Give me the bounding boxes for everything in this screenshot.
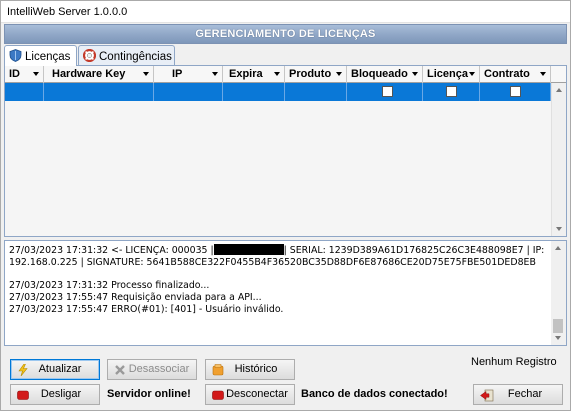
column-label: Hardware Key <box>52 68 126 80</box>
tab-licencas[interactable]: Licenças <box>4 45 77 66</box>
servidor-status: Servidor online! <box>107 388 191 400</box>
close-icon <box>114 364 126 375</box>
column-header-contrato[interactable]: Contrato <box>480 66 551 83</box>
tab-contingencias-label: Contingências <box>99 51 172 63</box>
log-line: 27/03/2023 17:55:47 Requisição enviada p… <box>9 291 262 303</box>
desassociar-button[interactable]: Desassociar <box>107 359 197 380</box>
chevron-down-icon <box>274 72 280 76</box>
cell-expira[interactable] <box>223 83 285 101</box>
lightning-icon <box>17 363 29 377</box>
exit-icon <box>480 389 494 402</box>
stop-icon <box>17 389 29 400</box>
history-icon <box>212 364 224 376</box>
chevron-down-icon <box>143 72 149 76</box>
log-line: 27/03/2023 17:55:47 ERRO(#01): [401] - U… <box>9 303 284 315</box>
table-row[interactable] <box>5 83 551 101</box>
lifebuoy-icon <box>82 48 97 63</box>
column-label: Contrato <box>484 68 530 80</box>
main-window: IntelliWeb Server 1.0.0.0 GERENCIAMENTO … <box>0 0 571 411</box>
shield-icon <box>9 49 22 62</box>
banco-status: Banco de dados conectado! <box>301 388 448 400</box>
atualizar-button[interactable]: Atualizar <box>10 359 100 380</box>
log-line-text: | SERIAL: 1239D389A61D176825C26C3E488098… <box>283 245 545 256</box>
grid-scrollbar[interactable] <box>551 83 566 236</box>
redacted-block <box>213 244 284 255</box>
column-label: IP <box>172 68 183 80</box>
fechar-button[interactable]: Fechar <box>473 384 563 405</box>
scroll-up-icon[interactable] <box>556 88 562 92</box>
chevron-down-icon <box>212 72 218 76</box>
column-header-expira[interactable]: Expira <box>223 66 285 83</box>
cell-ip[interactable] <box>154 83 223 101</box>
column-label: Licença <box>427 68 468 80</box>
historico-label: Histórico <box>234 363 278 375</box>
column-header-bloqueado[interactable]: Bloqueado <box>347 66 423 83</box>
licenses-grid: ID Hardware Key IP Expira Produto Bloque… <box>4 65 567 237</box>
section-header-title: GERENCIAMENTO DE LICENÇAS <box>195 28 376 40</box>
contrato-checkbox[interactable] <box>510 86 521 97</box>
column-header-id[interactable]: ID <box>5 66 44 83</box>
atualizar-label: Atualizar <box>38 363 82 375</box>
chevron-down-icon <box>540 72 546 76</box>
log-panel[interactable]: 27/03/2023 17:31:32 <- LICENÇA: 000035 |… <box>4 240 567 346</box>
log-text: 27/03/2023 17:31:32 <- LICENÇA: 000035 |… <box>9 244 549 315</box>
log-line-text: 27/03/2023 17:31:32 <- LICENÇA: 000035 | <box>9 245 214 256</box>
desconectar-button[interactable]: Desconectar <box>205 384 295 405</box>
scroll-up-icon[interactable] <box>555 246 561 250</box>
title-bar: IntelliWeb Server 1.0.0.0 <box>1 1 570 23</box>
scroll-down-icon[interactable] <box>556 227 562 231</box>
column-label: Expira <box>229 68 263 80</box>
cell-id[interactable] <box>5 83 44 101</box>
bloqueado-checkbox[interactable] <box>382 86 393 97</box>
desligar-label: Desligar <box>40 388 82 400</box>
historico-button[interactable]: Histórico <box>205 359 295 380</box>
section-header: GERENCIAMENTO DE LICENÇAS <box>4 24 567 44</box>
chevron-down-icon <box>33 72 39 76</box>
cell-contrato <box>480 83 551 101</box>
log-line: 27/03/2023 17:31:32 <- LICENÇA: 000035 |… <box>9 244 549 257</box>
chevron-down-icon <box>412 72 418 76</box>
column-label: Produto <box>289 68 332 80</box>
log-scrollbar[interactable] <box>551 241 566 345</box>
column-header-ip[interactable]: IP <box>154 66 223 83</box>
grid-header: ID Hardware Key IP Expira Produto Bloque… <box>5 66 566 83</box>
desligar-button[interactable]: Desligar <box>10 384 100 405</box>
log-line: 27/03/2023 17:31:32 Processo finalizado.… <box>9 280 210 292</box>
cell-bloqueado <box>347 83 423 101</box>
tab-contingencias[interactable]: Contingências <box>78 45 175 65</box>
cell-hardware-key[interactable] <box>44 83 154 101</box>
fechar-label: Fechar <box>507 388 543 400</box>
licenca-checkbox[interactable] <box>446 86 457 97</box>
column-header-licenca[interactable]: Licença <box>423 66 480 83</box>
scroll-down-icon[interactable] <box>555 336 561 340</box>
column-label: Bloqueado <box>351 68 408 80</box>
cell-licenca <box>423 83 480 101</box>
stop-icon <box>212 389 224 400</box>
scroll-thumb[interactable] <box>553 319 563 333</box>
chevron-down-icon <box>336 72 342 76</box>
column-label: ID <box>9 68 20 80</box>
cell-produto[interactable] <box>285 83 347 101</box>
tab-strip: Licenças Contingências <box>4 45 567 66</box>
log-line: 192.168.0.225 | SIGNATURE: 5641B588CE322… <box>9 256 536 268</box>
column-header-produto[interactable]: Produto <box>285 66 347 83</box>
tab-licencas-label: Licenças <box>25 51 71 63</box>
registro-status: Nenhum Registro <box>471 356 557 368</box>
window-title: IntelliWeb Server 1.0.0.0 <box>7 6 128 18</box>
log-blank-line <box>9 268 549 280</box>
chevron-down-icon <box>469 72 475 76</box>
column-header-hardware-key[interactable]: Hardware Key <box>44 66 154 83</box>
